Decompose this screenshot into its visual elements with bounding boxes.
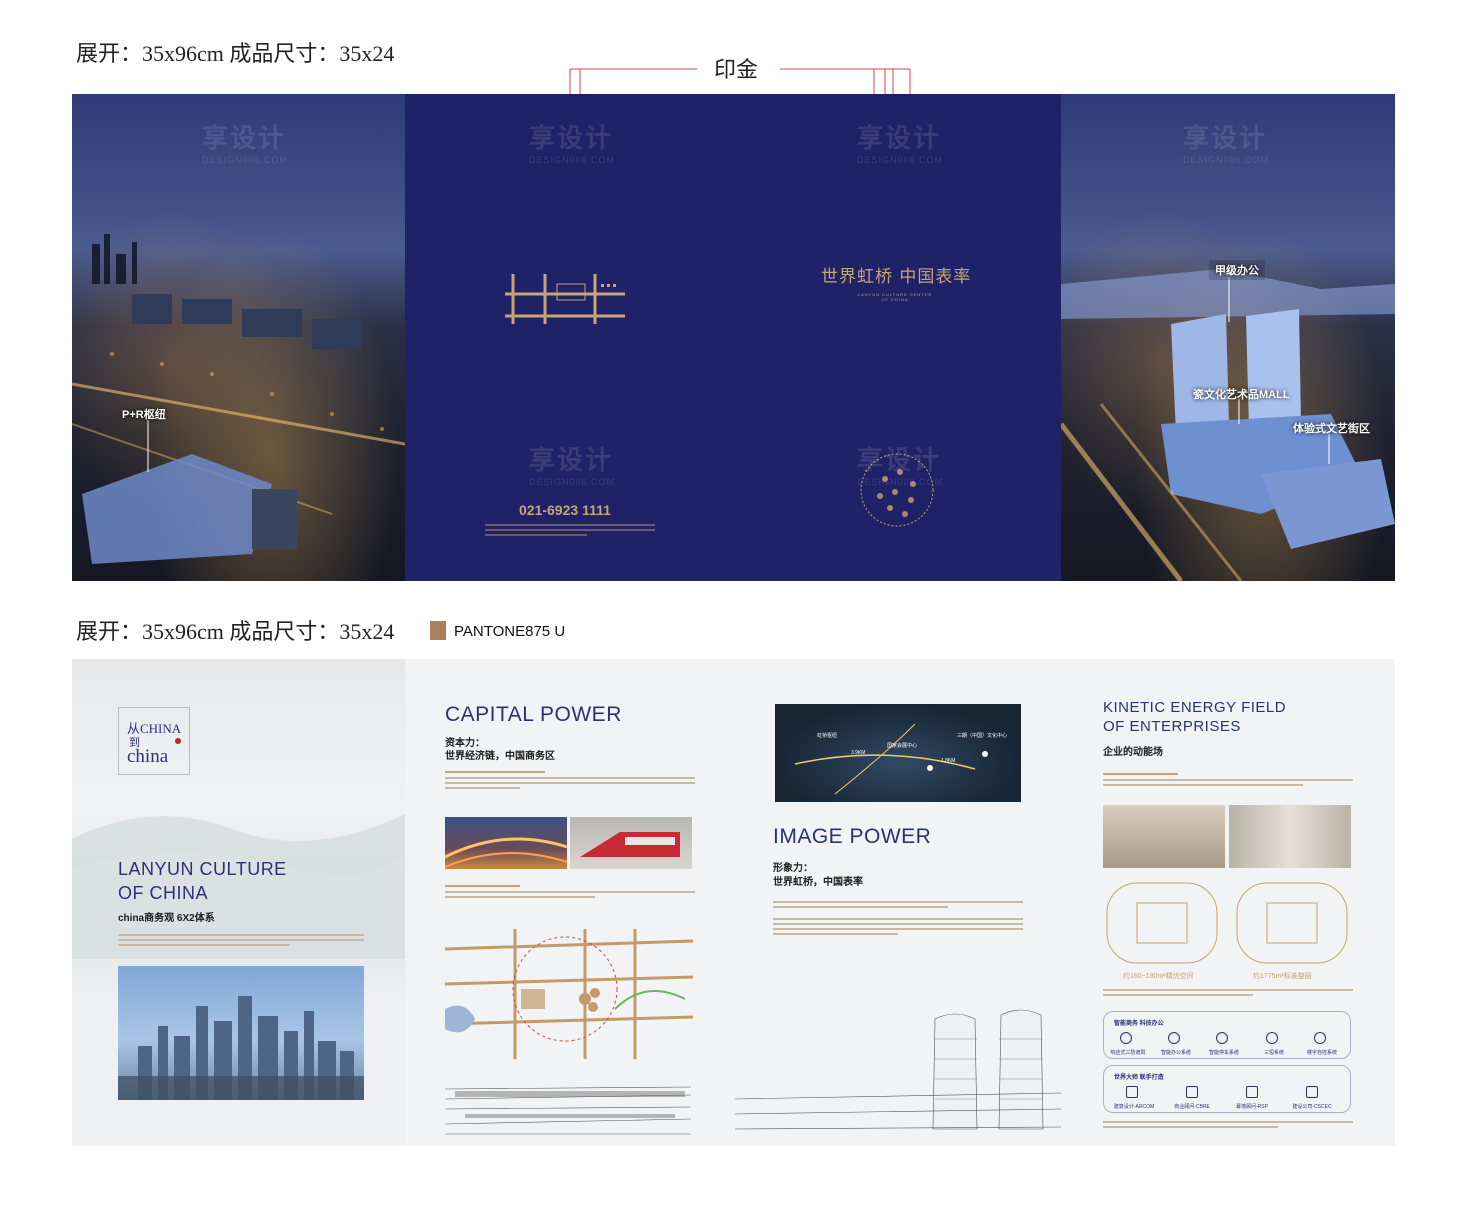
highway-night-photo: [445, 817, 567, 869]
parking-icon: [1216, 1032, 1228, 1044]
tower-render-illustration: [1061, 269, 1395, 581]
panel-capital-power: CAPITAL POWER 资本力： 世界经济链，中国商务区: [405, 659, 735, 1146]
map-label-distance-1: 3.9KM: [851, 750, 866, 756]
floor-plans: [1106, 882, 1348, 964]
rsp-logo-icon: [1246, 1086, 1258, 1098]
metro-train-photo: [570, 817, 692, 869]
city-skyline-illustration: [72, 234, 405, 564]
partner-label: 商业顾问-CBRE: [1174, 1104, 1210, 1110]
aerial-map-photo: 虹桥枢纽 国家会展中心 三朗（中国）文化中心 3.9KM 1.8KM: [775, 704, 1021, 802]
watermark: 享设计 DESIGN006.COM: [529, 123, 616, 165]
smart-office-title: 智能商务 科技办公: [1114, 1021, 1164, 1027]
kinetic-title-2: OF ENTERPRISES: [1103, 718, 1241, 735]
phone-number: 021-6923 1111: [519, 502, 611, 518]
image-body-text: [773, 901, 1023, 935]
watermark: 享设计 DESIGN006.COM: [529, 445, 616, 487]
map-label-hub: 虹桥枢纽: [817, 733, 838, 739]
logo-line-3: china: [127, 746, 169, 767]
smart-office-box: 智能商务 科技办公 响应式三防遮阳 智能办公系统 智能停车系统 三恒系统 楼宇自…: [1103, 1011, 1351, 1059]
city-daytime-photo: [118, 966, 364, 1100]
image-sub-2: 世界虹桥，中国表率: [773, 877, 863, 888]
capital-body-text: [445, 771, 695, 789]
panel-image-power: 虹桥枢纽 国家会展中心 三朗（中国）文化中心 3.9KM 1.8KM IMAGE…: [735, 659, 1061, 1146]
pantone-swatch: [430, 621, 446, 640]
partner-label: 建设公司-CSCEC: [1292, 1104, 1332, 1110]
capital-sub-2: 世界经济链，中国商务区: [445, 751, 555, 762]
metro-illustration: [580, 832, 680, 857]
plan-2-label: 约1775m²标准整层: [1253, 973, 1312, 980]
partner-label: 幕墙顾问-RSP: [1236, 1104, 1268, 1110]
watermark: 享设计 DESIGN006.COM: [857, 445, 944, 487]
lanyun-title-2: OF CHINA: [118, 883, 209, 903]
watermark: 享设计 DESIGN006.COM: [1183, 123, 1270, 165]
office-system-icon: [1168, 1032, 1180, 1044]
master-design-title: 世界大师 联手打造: [1114, 1075, 1164, 1081]
art-street-tag: 体验式文艺街区: [1293, 423, 1370, 435]
porcelain-emblem: [860, 453, 934, 527]
lanyun-body-text: [118, 934, 364, 946]
highway-illustration: [445, 837, 567, 868]
sketch-cityscape: [445, 1079, 691, 1146]
mall-tag: 瓷文化艺术品MALL: [1193, 389, 1290, 401]
cscec-logo-icon: [1306, 1086, 1318, 1098]
pr-hub-tag: P+R枢纽: [122, 409, 166, 421]
map-label-expo: 国家会展中心: [887, 743, 918, 749]
capital-power-title: CAPITAL POWER: [445, 703, 622, 726]
partner-label: 建筑设计-ARCOM: [1113, 1104, 1155, 1110]
kinetic-body-text: [1103, 773, 1353, 786]
office-tag: 甲级办公: [1209, 260, 1265, 280]
location-map: [445, 929, 693, 1059]
lanyun-subtitle: china商务观 6X2体系: [118, 913, 215, 924]
feature-label: 响应式三防遮阳: [1110, 1050, 1146, 1056]
kinetic-subtitle: 企业的动能场: [1103, 747, 1163, 758]
map-label-distance-2: 1.8KM: [941, 758, 956, 764]
night-city-render-right: 甲级办公 瓷文化艺术品MALL 体验式文艺街区 享设计 DESIGN006.COM: [1061, 94, 1395, 581]
panel-lanyun: 从CHINA 到 china LANYUN CULTURE OF CHINA c…: [72, 659, 405, 1146]
inner-panel-right: 世界虹桥 中国表率 LANYUN CULTURE CENTER OF CHINA…: [735, 94, 1061, 581]
sketch-towers: [735, 1009, 1061, 1130]
disclaimer-text: [1103, 1121, 1353, 1128]
kinetic-title-1: KINETIC ENERGY FIELD: [1103, 699, 1287, 716]
top-spread-cover: P+R枢纽 享设计 DESIGN006.COM 021-6923 1111 享设计…: [72, 94, 1395, 581]
bottom-spread-inner: 从CHINA 到 china LANYUN CULTURE OF CHINA c…: [72, 659, 1395, 1146]
arcom-logo-icon: [1126, 1086, 1138, 1098]
inner-panel-left: 021-6923 1111 享设计 DESIGN006.COM 享设计 DESIGN…: [405, 94, 735, 581]
watermark: 享设计 DESIGN006.COM: [857, 123, 944, 165]
feature-label: 智能停车系统: [1208, 1050, 1239, 1056]
shading-icon: [1120, 1032, 1132, 1044]
cbre-logo-icon: [1186, 1086, 1198, 1098]
aerial-routes: [794, 723, 988, 795]
skyscrapers-illustration: [118, 996, 364, 1100]
watermark: 享设计 DESIGN006.COM: [202, 123, 289, 165]
feature-label: 楼宇自控系统: [1306, 1050, 1337, 1056]
spec-label-bottom: 展开：35x96cm 成品尺寸：35x24: [76, 619, 395, 644]
red-dot: [175, 738, 181, 744]
lanyun-title-1: LANYUN CULTURE: [118, 859, 287, 879]
capital-body-text-2: [445, 885, 695, 898]
climate-icon: [1266, 1032, 1278, 1044]
feature-label: 智能办公系统: [1160, 1050, 1191, 1056]
image-sub-1: 形象力：: [773, 863, 813, 874]
corridor-photo: [1229, 805, 1351, 868]
fine-print: [485, 524, 655, 538]
map-label-center: 三朗（中国）文化中心: [957, 733, 1008, 739]
master-design-box: 世界大师 联手打造 建筑设计-ARCOM 商业顾问-CBRE 幕墙顾问-RSP …: [1103, 1065, 1351, 1113]
pantone-label: PANTONE875 U: [454, 623, 566, 640]
plan-notes: [1103, 989, 1353, 996]
image-power-title: IMAGE POWER: [773, 825, 932, 848]
night-city-render-left: P+R枢纽 享设计 DESIGN006.COM: [72, 94, 405, 581]
building-control-icon: [1314, 1032, 1326, 1044]
logo-box: 从CHINA 到 china: [118, 707, 190, 775]
plan-1-label: 约160~180m²精优空间: [1123, 973, 1194, 980]
panel-kinetic-energy: KINETIC ENERGY FIELD OF ENTERPRISES 企业的动…: [1061, 659, 1395, 1146]
feature-label: 三恒系统: [1263, 1050, 1284, 1056]
lobby-photo: [1103, 805, 1225, 868]
